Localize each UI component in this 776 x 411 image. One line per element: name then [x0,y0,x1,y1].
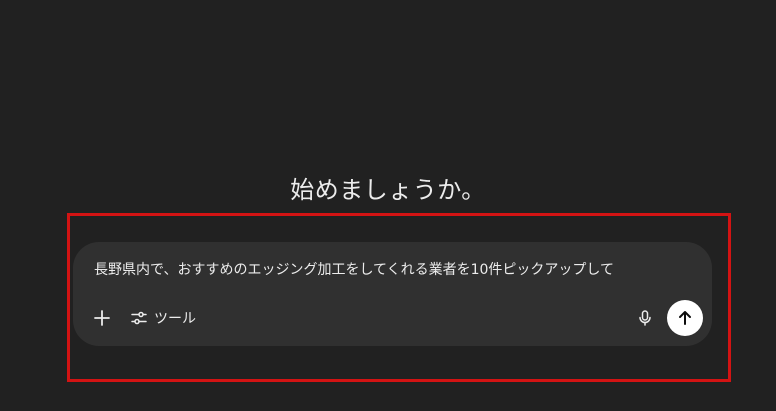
plus-icon [93,309,111,327]
greeting-heading: 始めましょうか。 [290,176,486,204]
arrow-up-icon [676,309,694,327]
send-button[interactable] [667,300,703,336]
chat-page: 始めましょうか。 長野県内で、おすすめのエッジング加工をしてくれる業者を10件ピ… [0,0,776,411]
sliders-icon [130,309,148,327]
tools-label: ツール [154,311,196,327]
add-attachment-button[interactable] [88,304,116,332]
composer-toolbar: ツール [73,300,712,336]
microphone-icon [636,309,654,327]
prompt-input[interactable]: 長野県内で、おすすめのエッジング加工をしてくれる業者を10件ピックアップして [94,259,614,281]
message-composer[interactable]: 長野県内で、おすすめのエッジング加工をしてくれる業者を10件ピックアップして ツ… [73,242,712,346]
tools-button[interactable]: ツール [126,304,200,332]
voice-input-button[interactable] [631,304,659,332]
